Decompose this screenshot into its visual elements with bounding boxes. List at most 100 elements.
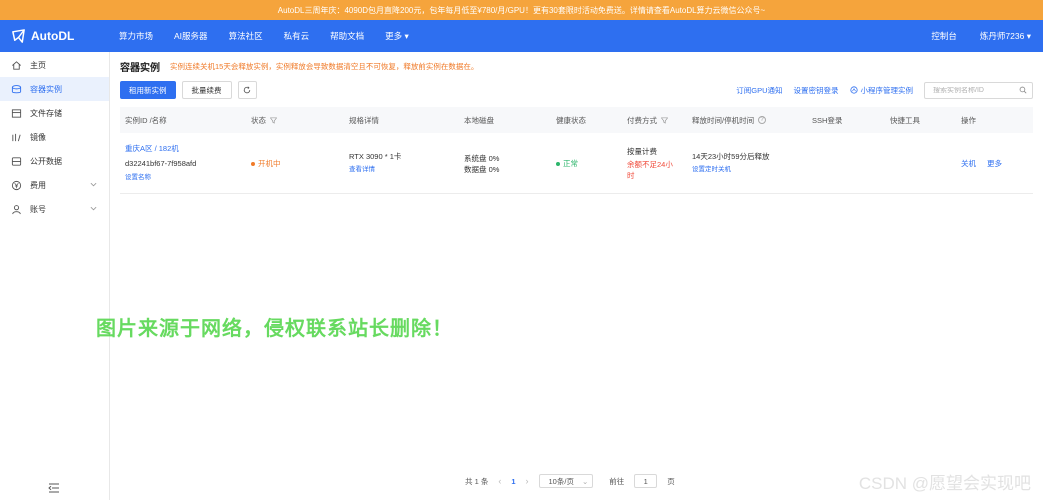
status-text: 开机中 (258, 158, 281, 168)
main-nav: 算力市场 AI服务器 算法社区 私有云 帮助文档 更多 ▾ (110, 30, 430, 42)
csdn-watermark: CSDN @愿望会实现吧 (858, 474, 1031, 493)
caret-down-icon: ▾ (1026, 31, 1031, 41)
col-health: 健康状态 (556, 115, 586, 125)
nav-more[interactable]: 更多 ▾ (385, 30, 409, 42)
col-local-disk: 本地磁盘 (464, 115, 494, 125)
mini-program-label: 小程序管理实例 (860, 85, 914, 95)
toolbar: 租用新实例 批量续费 订阅GPU通知 设置密钥登录 小程序管理实例 (120, 79, 1033, 101)
data-disk-usage: 数据盘 0% (464, 165, 500, 174)
user-icon (11, 204, 22, 215)
image-icon (11, 132, 22, 143)
balance-warning: 余额不足24小时 (627, 159, 673, 180)
nav-more-label: 更多 (385, 31, 403, 41)
col-instance-id: 实例ID /名称 (125, 115, 167, 125)
nav-private-cloud[interactable]: 私有云 (284, 30, 310, 42)
set-scheduled-shutdown-link[interactable]: 设置定时关机 (692, 164, 812, 175)
page-title: 容器实例 (120, 63, 160, 74)
table-header: 实例ID /名称 状态 规格详情 本地磁盘 健康状态 付费方式 释放时间/停机时… (120, 107, 1033, 133)
view-spec-details-link[interactable]: 查看详情 (349, 164, 464, 175)
sidebar-item-images[interactable]: 镜像 (0, 125, 109, 149)
col-status-label: 状态 (251, 115, 266, 125)
sidebar: 主页 容器实例 文件存储 镜像 公开数据 费用 账号 (0, 52, 110, 500)
col-status: 状态 (251, 115, 349, 126)
promo-banner-text: AutoDL三周年庆：4090D包月直降200元，包年每月低至¥780/月/GP… (277, 5, 766, 15)
database-icon (11, 156, 22, 167)
spec-text: RTX 3090 * 1卡 (349, 152, 402, 161)
rent-new-instance-button[interactable]: 租用新实例 (120, 81, 176, 99)
caret-down-icon: ▾ (404, 31, 409, 41)
autodl-logo-icon (12, 28, 25, 43)
container-icon (11, 84, 22, 95)
sidebar-item-public-data[interactable]: 公开数据 (0, 149, 109, 173)
next-page-icon[interactable]: › (526, 476, 529, 486)
search-icon[interactable] (1019, 86, 1027, 94)
filter-icon[interactable] (661, 117, 668, 124)
nav-ai-server[interactable]: AI服务器 (174, 30, 208, 42)
console-link[interactable]: 控制台 (931, 30, 957, 42)
prev-page-icon[interactable]: ‹ (498, 476, 501, 486)
sidebar-item-label: 镜像 (30, 132, 46, 142)
instance-region-link[interactable]: 重庆A区 / 182机 (125, 143, 251, 154)
collapse-sidebar-icon[interactable] (48, 483, 60, 493)
sidebar-item-storage[interactable]: 文件存储 (0, 101, 109, 125)
user-menu[interactable]: 炼丹师7236 ▾ (980, 30, 1031, 42)
sidebar-item-billing[interactable]: 费用 (0, 173, 109, 197)
page-number[interactable]: 1 (511, 477, 515, 486)
main-content: 容器实例 实例连续关机15天会释放实例，实例释放会导致数据清空且不可恢复，释放前… (96, 52, 1043, 500)
subscribe-gpu-link[interactable]: 订阅GPU通知 (736, 85, 782, 96)
search-input[interactable] (933, 86, 1017, 94)
storage-icon (11, 108, 22, 119)
release-warning-note: 实例连续关机15天会释放实例，实例释放会导致数据清空且不可恢复，释放前实例在数据… (170, 62, 479, 71)
page-size-select[interactable]: 10条/页 ⌄ (538, 474, 594, 488)
sidebar-item-label: 文件存储 (30, 108, 62, 118)
sidebar-item-account[interactable]: 账号 (0, 197, 109, 221)
pay-type-text: 按量计费 (627, 146, 657, 156)
batch-renew-button[interactable]: 批量续费 (181, 81, 232, 99)
home-icon (11, 60, 22, 71)
nav-compute-market[interactable]: 算力市场 (119, 30, 153, 42)
brand-logo[interactable]: AutoDL (0, 28, 110, 44)
col-pay-type: 付费方式 (627, 115, 692, 126)
mini-program-icon (849, 86, 858, 94)
promo-banner[interactable]: AutoDL三周年庆：4090D包月直降200元，包年每月低至¥780/月/GP… (0, 0, 1043, 20)
col-tools: 快捷工具 (890, 115, 920, 125)
nav-algorithm-community[interactable]: 算法社区 (229, 30, 263, 42)
col-actions: 操作 (961, 115, 976, 125)
refresh-icon (243, 86, 251, 94)
system-disk-usage: 系统盘 0% (464, 154, 500, 163)
mini-program-link[interactable]: 小程序管理实例 (849, 85, 914, 96)
instance-id: d32241bf67-7f958afd (125, 159, 197, 168)
page-size-value: 10条/页 (548, 476, 574, 486)
health-badge: 正常 (556, 158, 627, 169)
health-dot (556, 161, 560, 166)
table-row: 重庆A区 / 182机 d32241bf67-7f958afd 设置名称 开机中… (120, 133, 1033, 194)
chevron-down-icon (90, 206, 97, 211)
sidebar-item-containers[interactable]: 容器实例 (0, 77, 109, 101)
health-text: 正常 (563, 158, 578, 168)
sidebar-item-label: 费用 (30, 180, 46, 190)
brand-name: AutoDL (31, 29, 75, 43)
set-name-link[interactable]: 设置名称 (125, 172, 251, 183)
col-release-time-label: 释放时间/停机时间 (692, 115, 755, 125)
nav-help-docs[interactable]: 帮助文档 (330, 30, 364, 42)
refresh-button[interactable] (237, 81, 257, 99)
set-key-login-link[interactable]: 设置密钥登录 (794, 85, 839, 96)
col-pay-type-label: 付费方式 (627, 115, 657, 125)
shutdown-button[interactable]: 关机 (961, 158, 976, 169)
filter-icon[interactable] (270, 117, 277, 124)
goto-prefix: 前往 (609, 476, 625, 486)
goto-suffix: 页 (667, 476, 675, 486)
release-countdown: 14天23小时59分后释放 (692, 152, 770, 161)
col-release-time: 释放时间/停机时间 ? (692, 115, 812, 126)
status-dot (251, 161, 255, 166)
instances-table: 实例ID /名称 状态 规格详情 本地磁盘 健康状态 付费方式 释放时间/停机时… (120, 107, 1033, 194)
col-spec: 规格详情 (349, 115, 379, 125)
chevron-down-icon (90, 182, 97, 187)
more-actions-button[interactable]: 更多 (987, 158, 1002, 169)
status-badge: 开机中 (251, 158, 349, 169)
help-icon[interactable]: ? (758, 116, 767, 124)
sidebar-item-label: 账号 (30, 204, 46, 214)
goto-page-input[interactable]: 1 (634, 474, 658, 488)
chevron-down-icon: ⌄ (581, 476, 589, 486)
sidebar-item-home[interactable]: 主页 (0, 53, 109, 77)
